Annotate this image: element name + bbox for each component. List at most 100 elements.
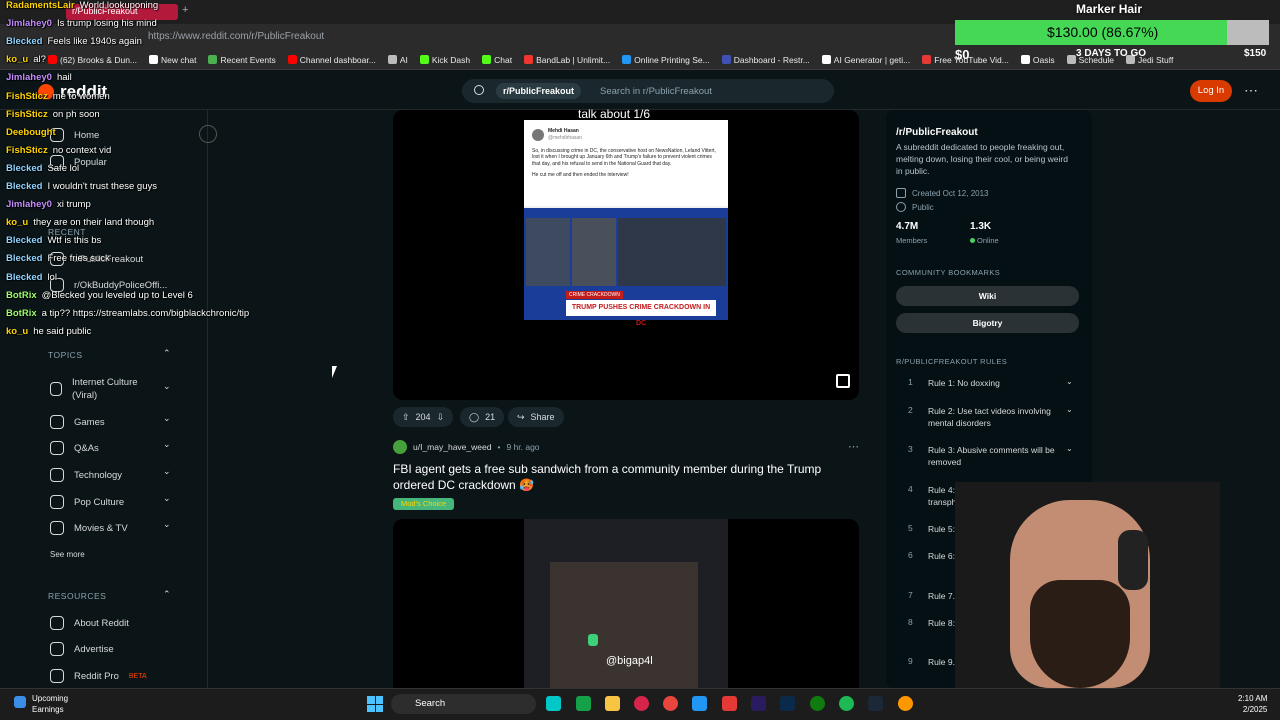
chevron-down-icon[interactable]: ⌄ — [163, 466, 171, 477]
bookmark-favicon-icon — [622, 55, 632, 64]
bookmark-favicon-icon — [208, 55, 218, 64]
chat-username: Blecked — [6, 271, 43, 283]
bookmark-item[interactable]: New chat — [149, 55, 196, 65]
menu-icon[interactable] — [199, 125, 217, 143]
comments-button[interactable]: ◯ 21 — [460, 407, 505, 427]
system-clock[interactable]: 2:10 AM 2/2025 — [1238, 693, 1267, 715]
chat-username: FishSticz — [6, 108, 48, 120]
bookmark-item[interactable]: AI — [387, 55, 408, 65]
chevron-down-icon[interactable]: ⌄ — [163, 439, 171, 450]
topic-internet-culture[interactable]: Internet Culture (Viral) — [50, 376, 150, 402]
windows-start-icon[interactable] — [367, 696, 383, 712]
steam-icon[interactable] — [868, 696, 883, 711]
bookmark-favicon-icon — [482, 55, 492, 64]
taskbar-search[interactable]: Search — [391, 694, 536, 714]
resource-about-reddit[interactable]: About Reddit — [50, 616, 129, 630]
search-community-chip[interactable]: r/PublicFreakout — [496, 83, 582, 99]
chat-message: Blecked I wouldn't trust these guys — [6, 181, 157, 192]
resource-advertise[interactable]: Advertise — [50, 642, 114, 656]
traffic-light — [588, 634, 598, 646]
spotify-icon[interactable] — [839, 696, 854, 711]
chevron-down-icon[interactable]: ⌄ — [163, 413, 171, 424]
taskbar-app-icon[interactable] — [722, 696, 737, 711]
topic-movies-tv[interactable]: Movies & TV — [50, 521, 128, 535]
resource-reddit-pro[interactable]: Reddit Pro BETA — [50, 669, 147, 683]
login-button[interactable]: Log In — [1190, 80, 1232, 102]
topic-qas[interactable]: Q&As — [50, 441, 99, 455]
chat-text: me to women — [52, 90, 110, 102]
premiere-icon[interactable] — [751, 696, 766, 711]
share-icon: ↪ — [517, 411, 525, 422]
streamer-beard — [1030, 580, 1130, 688]
topic-technology[interactable]: Technology — [50, 468, 122, 482]
bookmark-item[interactable]: (62) Brooks & Dun... — [48, 55, 137, 65]
volume-icon[interactable] — [836, 374, 850, 388]
post-title[interactable]: FBI agent gets a free sub sandwich from … — [393, 461, 853, 493]
topic-pop-culture[interactable]: Pop Culture — [50, 495, 124, 509]
chat-message: Deebought — [6, 127, 61, 138]
more-options-icon[interactable]: ⋯ — [1244, 82, 1258, 99]
user-avatar[interactable] — [393, 440, 407, 454]
chevron-down-icon[interactable]: ⌄ — [1066, 405, 1073, 414]
chat-message: Jimlahey0 Is trump losing his mind — [6, 18, 157, 29]
chrome-icon[interactable] — [663, 696, 678, 711]
chevron-up-icon[interactable]: ⌃ — [163, 589, 171, 600]
taskbar-app-icon[interactable] — [692, 696, 707, 711]
comment-icon: ◯ — [469, 411, 480, 422]
chevron-down-icon[interactable]: ⌄ — [1066, 377, 1073, 386]
bookmark-item[interactable]: BandLab | Unlimit... — [524, 55, 610, 65]
taskbar-app-icon[interactable] — [546, 696, 561, 711]
weather-icon[interactable] — [14, 696, 26, 708]
headphones — [1118, 530, 1148, 590]
online-count: 1.3K — [970, 221, 992, 232]
bookmark-bigotry-button[interactable]: Bigotry — [896, 313, 1079, 333]
chevron-down-icon[interactable]: ⌄ — [163, 493, 171, 504]
post-flair[interactable]: Mod's Choice — [393, 498, 455, 510]
chat-message: Jimlahey0 hail — [6, 72, 72, 83]
taskbar-app-icon[interactable] — [634, 696, 649, 711]
file-explorer-icon[interactable] — [605, 696, 620, 711]
bookmark-favicon-icon — [287, 55, 297, 64]
share-button[interactable]: ↪ Share — [508, 407, 564, 427]
see-more-link[interactable]: See more — [50, 550, 85, 559]
photoshop-icon[interactable] — [780, 696, 795, 711]
post-author[interactable]: u/I_may_have_weed — [413, 442, 491, 452]
chevron-down-icon[interactable]: ⌄ — [1066, 444, 1073, 453]
chat-text: hail — [56, 72, 72, 84]
members-label: Members — [896, 236, 928, 245]
chevron-down-icon[interactable]: ⌄ — [163, 381, 171, 392]
bookmark-item[interactable]: Channel dashboar... — [287, 55, 376, 65]
chevron-down-icon[interactable]: ⌄ — [163, 519, 171, 530]
games-icon — [50, 415, 64, 429]
bookmark-wiki-button[interactable]: Wiki — [896, 286, 1079, 306]
chat-username: Jimlahey0 — [6, 199, 52, 211]
xbox-icon[interactable] — [810, 696, 825, 711]
video-scene — [550, 562, 698, 688]
goal-days-left: 3 DAYS TO GO — [1076, 48, 1147, 59]
weather-widget[interactable]: Upcoming Earnings — [32, 693, 68, 715]
tv-guest-image — [572, 218, 616, 286]
bookmark-item[interactable]: Oasis — [1020, 55, 1055, 65]
downvote-icon[interactable]: ⇩ — [437, 412, 445, 423]
taskbar-app-icon[interactable] — [576, 696, 591, 711]
bookmark-item[interactable]: Recent Events — [208, 55, 276, 65]
vote-control[interactable]: ⇧ 204 ⇩ — [393, 407, 454, 427]
chat-username: ko_u — [6, 217, 29, 229]
chat-username: Jimlahey0 — [6, 18, 52, 30]
new-tab-button[interactable]: + — [182, 4, 188, 16]
bookmark-favicon-icon — [149, 55, 159, 64]
url-text[interactable]: https://www.reddit.com/r/PublicFreakout — [148, 31, 324, 42]
online-dot-icon — [970, 238, 975, 243]
chevron-up-icon[interactable]: ⌃ — [163, 348, 171, 359]
topic-games[interactable]: Games — [50, 415, 105, 429]
bookmark-item[interactable]: AI Generator | geti... — [821, 55, 910, 65]
taskbar-app-icon[interactable] — [898, 696, 913, 711]
chat-message: ko_u he said public — [6, 326, 91, 337]
bookmark-item[interactable]: Online Printing Se... — [622, 55, 710, 65]
post-options-icon[interactable]: ⋯ — [848, 440, 859, 453]
bookmark-favicon-icon — [48, 55, 57, 64]
bookmark-item[interactable]: Dashboard - Restr... — [721, 55, 810, 65]
bookmark-item[interactable]: Chat — [482, 55, 512, 65]
upvote-icon[interactable]: ⇧ — [402, 412, 410, 423]
bookmark-item[interactable]: Kick Dash — [419, 55, 470, 65]
